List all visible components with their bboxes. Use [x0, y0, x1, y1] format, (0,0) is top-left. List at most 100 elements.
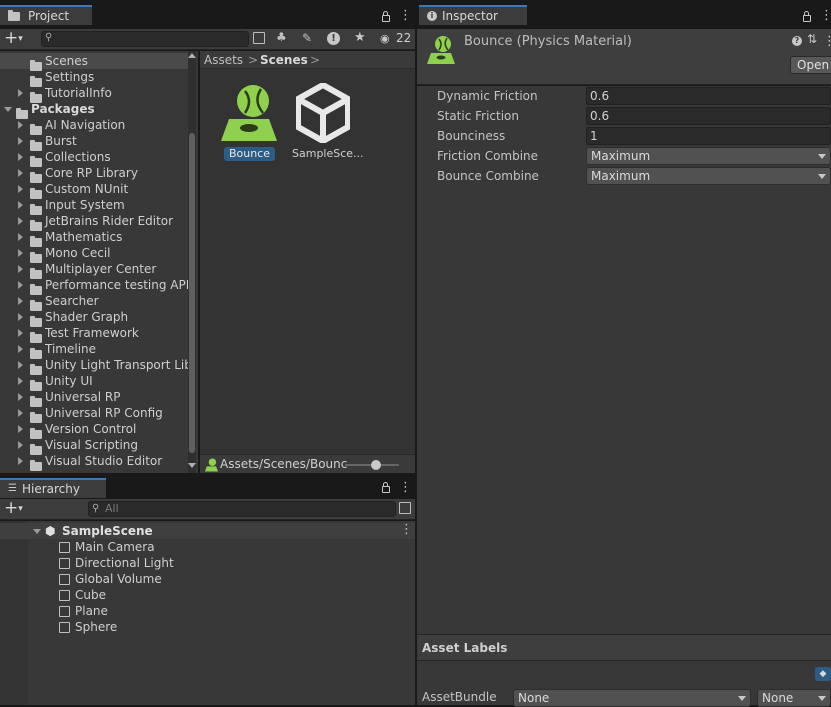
expand-arrow-icon[interactable] — [18, 345, 23, 353]
more-options-icon[interactable] — [399, 8, 412, 23]
expand-arrow-icon[interactable] — [18, 201, 23, 209]
tree-item[interactable]: Test Framework — [0, 325, 188, 343]
expand-arrow-icon[interactable] — [18, 233, 23, 241]
expand-arrow-icon[interactable] — [18, 121, 23, 129]
hierarchy-item[interactable]: Cube — [28, 587, 415, 603]
visibility-eye-icon[interactable]: ◉ — [380, 32, 390, 45]
tree-item[interactable]: Universal RP — [0, 389, 188, 407]
tree-item[interactable]: Performance testing API — [0, 277, 189, 295]
expand-arrow-icon[interactable] — [18, 425, 23, 433]
scroll-up-arrow-icon[interactable] — [188, 53, 196, 58]
expand-arrow-icon[interactable] — [18, 265, 23, 273]
tree-item[interactable]: Version Control — [0, 421, 188, 439]
expand-arrow-icon[interactable] — [18, 377, 23, 385]
expand-arrow-icon[interactable] — [18, 185, 23, 193]
expand-arrow-icon[interactable] — [18, 457, 23, 465]
tree-item[interactable]: Shader Graph — [0, 309, 188, 327]
hierarchy-search-input[interactable]: ⚲ All — [88, 501, 396, 517]
tree-item[interactable]: Core RP Library — [0, 165, 188, 183]
help-icon[interactable]: ? — [792, 36, 802, 46]
expand-arrow-icon[interactable] — [18, 89, 23, 97]
expand-arrow-icon[interactable] — [18, 361, 23, 369]
collapse-arrow-icon[interactable] — [33, 529, 41, 534]
tab-inspector[interactable]: i Inspector — [419, 5, 527, 25]
favorites-star-icon[interactable]: ★ — [354, 30, 366, 45]
expand-arrow-icon[interactable] — [18, 137, 23, 145]
tree-item[interactable]: Burst — [0, 133, 188, 151]
lock-icon[interactable] — [803, 11, 811, 22]
search-by-type-icon[interactable] — [399, 502, 411, 514]
expand-arrow-icon[interactable] — [18, 169, 23, 177]
lock-icon[interactable] — [382, 482, 390, 493]
tree-item[interactable]: Input System — [0, 197, 188, 215]
tree-item[interactable]: Visual Studio Editor — [0, 453, 188, 471]
filter-by-type-icon[interactable]: ♣ — [276, 30, 287, 44]
icon-size-slider-handle[interactable] — [371, 460, 381, 470]
tree-item[interactable]: Searcher — [0, 293, 188, 311]
expand-arrow-icon[interactable] — [18, 393, 23, 401]
more-options-icon[interactable] — [820, 8, 831, 23]
tree-item[interactable]: Scenes — [0, 53, 188, 71]
filter-warning-icon[interactable]: ! — [327, 32, 340, 45]
tab-project[interactable]: Project — [0, 5, 92, 25]
more-options-icon[interactable] — [399, 480, 412, 495]
expand-arrow-icon[interactable] — [18, 329, 23, 337]
expand-arrow-icon[interactable] — [18, 249, 23, 257]
icon-size-slider[interactable] — [345, 460, 399, 470]
asset-bounce[interactable]: Bounce — [214, 81, 280, 163]
tree-item[interactable]: Unity Light Transport Lib — [0, 357, 192, 375]
asset-bundle-dropdown[interactable]: None — [513, 689, 751, 707]
label-tag-icon[interactable]: ◆ — [815, 667, 831, 681]
hierarchy-item[interactable]: Plane — [28, 603, 415, 619]
property-field[interactable]: 1 — [586, 127, 831, 145]
tree-scrollbar[interactable] — [188, 51, 196, 473]
expand-arrow-icon[interactable] — [18, 217, 23, 225]
breadcrumb-scenes[interactable]: Scenes — [260, 51, 308, 69]
tree-item[interactable]: Mathematics — [0, 229, 188, 247]
more-options-icon[interactable] — [823, 34, 831, 49]
property-field[interactable]: 0.6 — [586, 87, 831, 105]
tab-hierarchy[interactable]: ☰ Hierarchy — [0, 478, 106, 498]
hierarchy-item[interactable]: Main Camera — [28, 539, 415, 555]
expand-arrow-icon[interactable] — [18, 153, 23, 161]
scroll-down-arrow-icon[interactable] — [188, 463, 196, 468]
collapse-arrow-icon[interactable] — [4, 107, 12, 112]
add-button[interactable]: +▾ — [4, 30, 30, 48]
presets-sliders-icon[interactable]: ⇅ — [807, 32, 817, 46]
expand-arrow-icon[interactable] — [18, 281, 23, 289]
open-button[interactable]: Open — [790, 56, 831, 74]
scene-row[interactable]: ⬢ SampleScene — [0, 522, 415, 539]
asset-bundle-variant-dropdown[interactable]: None — [757, 689, 831, 707]
tree-scroll-thumb[interactable] — [189, 133, 195, 453]
tree-item[interactable]: Unity UI — [0, 373, 188, 391]
tree-item[interactable]: Multiplayer Center — [0, 261, 188, 279]
hierarchy-item[interactable]: Directional Light — [28, 555, 415, 571]
asset-labels-header[interactable]: Asset Labels — [417, 635, 831, 661]
tree-item[interactable]: Visual Scripting — [0, 437, 188, 455]
tree-item[interactable]: Universal RP Config — [0, 405, 188, 423]
tree-item[interactable]: JetBrains Rider Editor — [0, 213, 188, 231]
asset-samplescene[interactable]: SampleSce... — [290, 81, 364, 163]
tree-item[interactable]: Collections — [0, 149, 188, 167]
property-dropdown[interactable]: Maximum — [586, 147, 831, 165]
tree-item[interactable]: Timeline — [0, 341, 188, 359]
tree-item[interactable]: Settings — [0, 69, 188, 87]
tree-item[interactable]: Custom NUnit — [0, 181, 188, 199]
tree-item[interactable]: TutorialInfo — [0, 85, 188, 103]
hierarchy-item[interactable]: Global Volume — [28, 571, 415, 587]
expand-arrow-icon[interactable] — [18, 313, 23, 321]
breadcrumb-assets[interactable]: Assets — [204, 51, 243, 69]
hierarchy-item[interactable]: Sphere — [28, 619, 415, 635]
property-dropdown[interactable]: Maximum — [586, 167, 831, 185]
filter-by-label-icon[interactable]: ✎ — [302, 31, 312, 45]
property-field[interactable]: 0.6 — [586, 107, 831, 125]
project-search-input[interactable]: ⚲ — [41, 31, 249, 47]
add-object-button[interactable]: +▾ — [4, 500, 30, 518]
expand-arrow-icon[interactable] — [18, 297, 23, 305]
tree-item[interactable]: Packages — [0, 101, 188, 119]
tree-item[interactable]: Mono Cecil — [0, 245, 188, 263]
search-by-type-icon[interactable] — [253, 32, 265, 44]
expand-arrow-icon[interactable] — [18, 409, 23, 417]
tree-item[interactable]: AI Navigation — [0, 117, 188, 135]
scene-options-icon[interactable] — [400, 522, 413, 538]
